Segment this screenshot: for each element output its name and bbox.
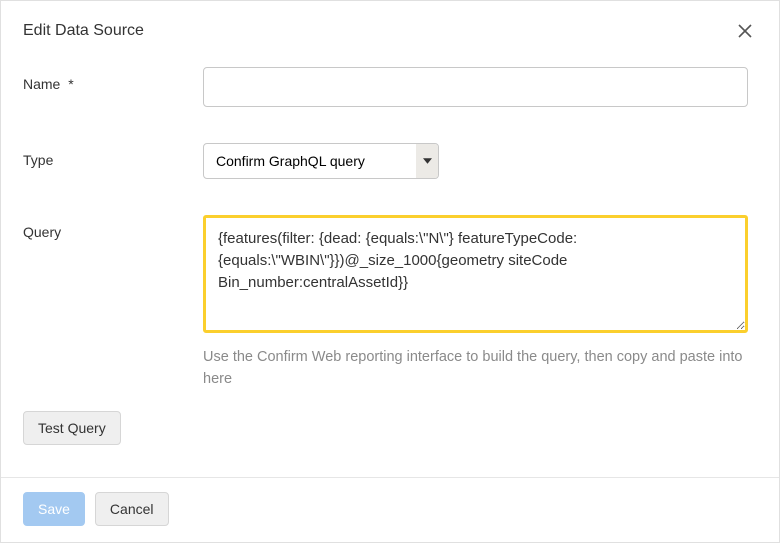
name-field-col: [203, 67, 757, 107]
dialog-header: Edit Data Source: [1, 1, 779, 59]
required-marker: *: [68, 76, 73, 92]
type-label: Type: [23, 143, 203, 168]
close-button[interactable]: [733, 19, 757, 43]
dialog-footer: Save Cancel: [1, 477, 779, 542]
name-row: Name *: [23, 67, 757, 107]
type-field-col: Confirm GraphQL query: [203, 143, 757, 179]
name-label-text: Name: [23, 76, 60, 92]
type-select[interactable]: Confirm GraphQL query: [203, 143, 439, 179]
query-textarea[interactable]: [203, 215, 748, 333]
query-field-col: Use the Confirm Web reporting interface …: [203, 215, 757, 391]
type-select-wrap: Confirm GraphQL query: [203, 143, 439, 179]
name-input[interactable]: [203, 67, 748, 107]
type-row: Type Confirm GraphQL query: [23, 143, 757, 179]
query-row: Query Use the Confirm Web reporting inte…: [23, 215, 757, 391]
close-icon: [737, 23, 753, 39]
query-label: Query: [23, 215, 203, 240]
test-query-row: Test Query: [23, 411, 757, 445]
query-helper-text: Use the Confirm Web reporting interface …: [203, 346, 748, 391]
save-button[interactable]: Save: [23, 492, 85, 526]
name-label: Name *: [23, 67, 203, 92]
dialog-body: Name * Type Confirm GraphQL query: [1, 59, 779, 477]
cancel-button[interactable]: Cancel: [95, 492, 169, 526]
edit-data-source-dialog: Edit Data Source Name * Type Confirm: [0, 0, 780, 543]
test-query-button[interactable]: Test Query: [23, 411, 121, 445]
dialog-title: Edit Data Source: [23, 22, 144, 40]
